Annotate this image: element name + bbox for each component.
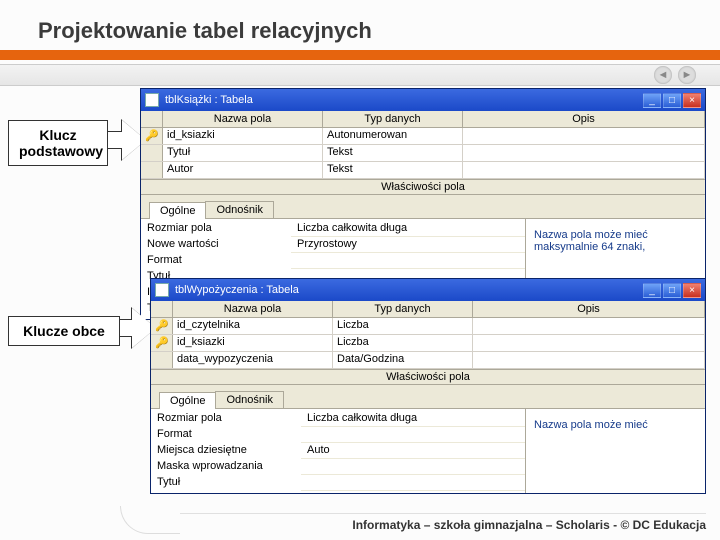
- prop-label: Format: [141, 253, 291, 269]
- table-row[interactable]: 🔑id_ksiazkiAutonumerowan: [141, 128, 705, 145]
- properties-caption: Właściwości pola: [141, 179, 705, 195]
- field-desc-cell[interactable]: [463, 145, 705, 161]
- field-desc-cell[interactable]: [473, 318, 705, 334]
- prop-value[interactable]: [301, 459, 525, 475]
- prop-label: Format: [151, 427, 301, 443]
- row-selector[interactable]: [141, 145, 163, 161]
- field-desc-cell[interactable]: [463, 162, 705, 178]
- close-button[interactable]: ×: [683, 283, 701, 298]
- table-row[interactable]: data_wypozyczeniaData/Godzina: [151, 352, 705, 369]
- tab-lookup[interactable]: Odnośnik: [205, 201, 273, 218]
- table-row[interactable]: 🔑id_ksiazkiLiczba: [151, 335, 705, 352]
- tab-general[interactable]: Ogólne: [159, 392, 216, 409]
- field-type-cell[interactable]: Autonumerowan: [323, 128, 463, 144]
- table-icon: [155, 283, 169, 297]
- field-name-cell[interactable]: id_ksiazki: [163, 128, 323, 144]
- callout-foreign-keys: Klucze obce: [8, 316, 120, 346]
- field-name-cell[interactable]: data_wypozyczenia: [173, 352, 333, 368]
- footer-decoration: [120, 506, 180, 534]
- prop-label: Maska wprowadzania: [151, 459, 301, 475]
- maximize-button[interactable]: □: [663, 283, 681, 298]
- table-row[interactable]: AutorTekst: [141, 162, 705, 179]
- primary-key-icon[interactable]: 🔑: [151, 318, 173, 334]
- grid-header: Nazwa pola Typ danych Opis: [151, 301, 705, 318]
- titlebar[interactable]: tblKsiążki : Tabela _ □ ×: [141, 89, 705, 111]
- grid-header: Nazwa pola Typ danych Opis: [141, 111, 705, 128]
- maximize-button[interactable]: □: [663, 93, 681, 108]
- field-desc-cell[interactable]: [473, 352, 705, 368]
- properties-tabs: Ogólne Odnośnik: [141, 195, 705, 218]
- field-type-cell[interactable]: Liczba: [333, 335, 473, 351]
- col-name[interactable]: Nazwa pola: [173, 301, 333, 317]
- page-title: Projektowanie tabel relacyjnych: [0, 0, 720, 50]
- window-title: tblKsiążki : Tabela: [165, 94, 637, 106]
- prop-value[interactable]: Liczba całkowita długa: [291, 221, 525, 237]
- field-type-cell[interactable]: Tekst: [323, 162, 463, 178]
- field-type-cell[interactable]: Liczba: [333, 318, 473, 334]
- tab-lookup[interactable]: Odnośnik: [215, 391, 283, 408]
- col-desc[interactable]: Opis: [463, 111, 705, 127]
- table-row[interactable]: 🔑id_czytelnikaLiczba: [151, 318, 705, 335]
- callout-arrow-stem: [108, 131, 122, 149]
- prop-value[interactable]: [291, 253, 525, 269]
- nav-next-icon[interactable]: ►: [678, 66, 696, 84]
- field-name-cell[interactable]: id_ksiazki: [173, 335, 333, 351]
- titlebar[interactable]: tblWypożyczenia : Tabela _ □ ×: [151, 279, 705, 301]
- field-desc-cell[interactable]: [463, 128, 705, 144]
- nav-prev-icon[interactable]: ◄: [654, 66, 672, 84]
- col-type[interactable]: Typ danych: [323, 111, 463, 127]
- primary-key-icon[interactable]: 🔑: [141, 128, 163, 144]
- row-selector[interactable]: [151, 352, 173, 368]
- col-desc[interactable]: Opis: [473, 301, 705, 317]
- minimize-button[interactable]: _: [643, 93, 661, 108]
- window-tblwypozyczenia: tblWypożyczenia : Tabela _ □ × Nazwa pol…: [150, 278, 706, 494]
- properties-tabs: Ogólne Odnośnik: [151, 385, 705, 408]
- callout-primary-key: Klucz podstawowy: [8, 120, 108, 166]
- row-selector[interactable]: [141, 162, 163, 178]
- col-name[interactable]: Nazwa pola: [163, 111, 323, 127]
- prop-label: Miejsca dziesiętne: [151, 443, 301, 459]
- field-name-cell[interactable]: id_czytelnika: [173, 318, 333, 334]
- nav-bar: ◄ ►: [0, 64, 720, 86]
- close-button[interactable]: ×: [683, 93, 701, 108]
- primary-key-icon[interactable]: 🔑: [151, 335, 173, 351]
- accent-bar: [0, 50, 720, 60]
- table-row[interactable]: TytułTekst: [141, 145, 705, 162]
- table-icon: [145, 93, 159, 107]
- slide-footer: Informatyka – szkoła gimnazjalna – Schol…: [180, 513, 706, 532]
- prop-label: Tytuł: [151, 475, 301, 491]
- prop-value[interactable]: Auto: [301, 443, 525, 459]
- prop-label: Rozmiar pola: [151, 411, 301, 427]
- properties-caption: Właściwości pola: [151, 369, 705, 385]
- field-name-cell[interactable]: Tytuł: [163, 145, 323, 161]
- field-hint: Nazwa pola może mieć: [525, 409, 705, 493]
- tab-general[interactable]: Ogólne: [149, 202, 206, 219]
- field-type-cell[interactable]: Tekst: [323, 145, 463, 161]
- minimize-button[interactable]: _: [643, 283, 661, 298]
- prop-value[interactable]: [301, 475, 525, 491]
- col-type[interactable]: Typ danych: [333, 301, 473, 317]
- field-type-cell[interactable]: Data/Godzina: [333, 352, 473, 368]
- prop-value[interactable]: Liczba całkowita długa: [301, 411, 525, 427]
- prop-label: Nowe wartości: [141, 237, 291, 253]
- prop-label: Rozmiar pola: [141, 221, 291, 237]
- window-title: tblWypożyczenia : Tabela: [175, 284, 637, 296]
- prop-value[interactable]: [301, 427, 525, 443]
- field-name-cell[interactable]: Autor: [163, 162, 323, 178]
- prop-value[interactable]: Przyrostowy: [291, 237, 525, 253]
- field-desc-cell[interactable]: [473, 335, 705, 351]
- callout-arrow-stem: [120, 319, 132, 337]
